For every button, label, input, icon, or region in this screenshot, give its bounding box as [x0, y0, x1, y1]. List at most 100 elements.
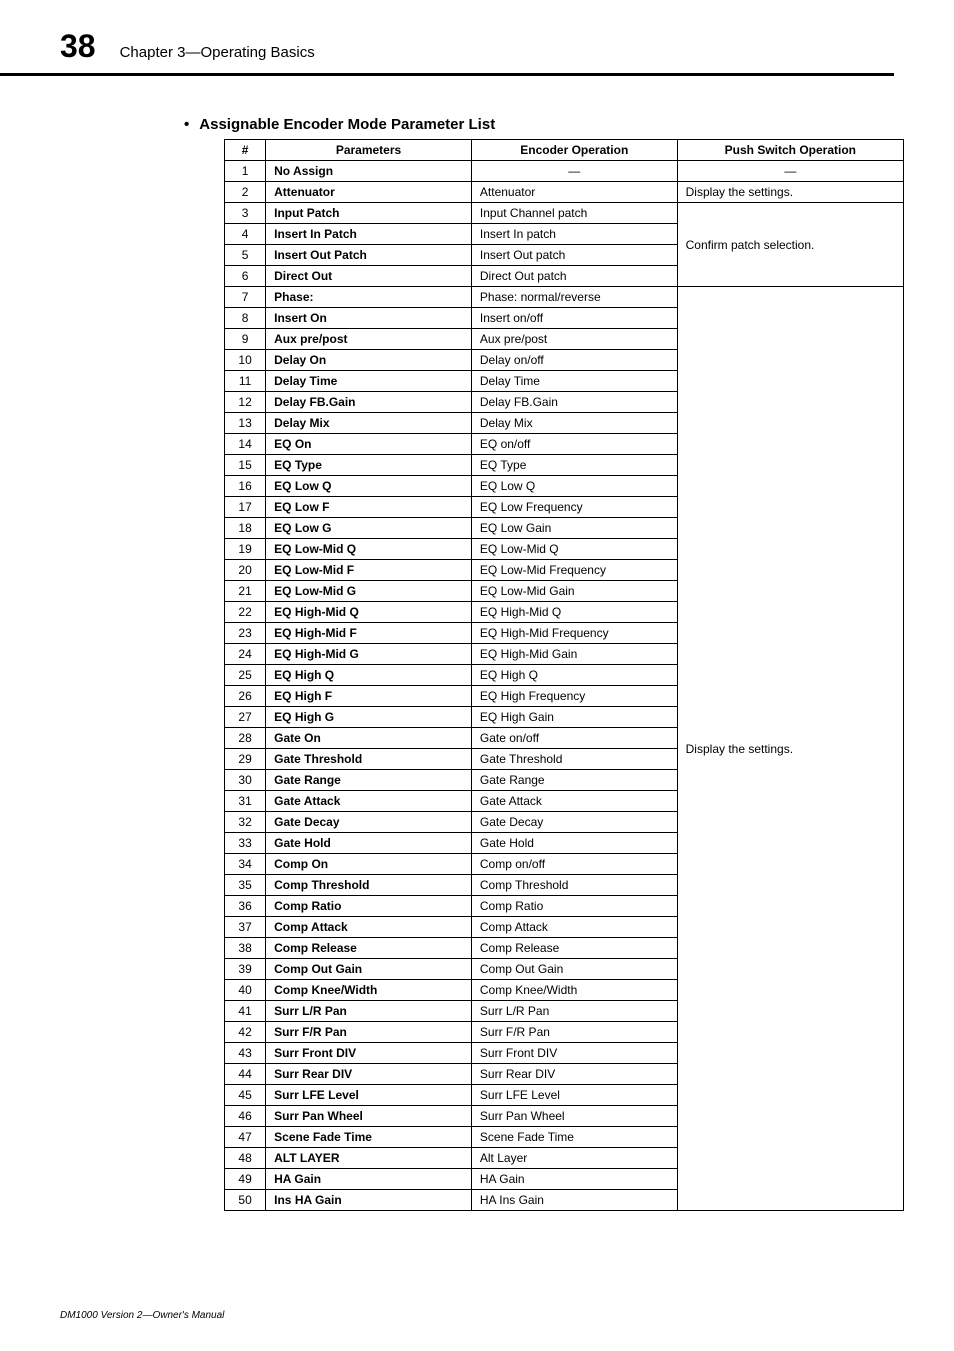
row-encoder: EQ Type [471, 455, 677, 476]
row-number: 12 [225, 392, 266, 413]
row-encoder: EQ High Q [471, 665, 677, 686]
row-parameter: Direct Out [266, 266, 472, 287]
row-parameter: EQ Low-Mid F [266, 560, 472, 581]
footer-text: DM1000 Version 2—Owner's Manual [60, 1310, 224, 1321]
row-encoder: Insert In patch [471, 224, 677, 245]
row-encoder: Comp on/off [471, 854, 677, 875]
row-number: 17 [225, 497, 266, 518]
table-row: 3Input PatchInput Channel patchConfirm p… [225, 203, 904, 224]
row-encoder: Comp Attack [471, 917, 677, 938]
row-parameter: Insert In Patch [266, 224, 472, 245]
row-encoder: Surr Rear DIV [471, 1064, 677, 1085]
row-encoder: EQ Low-Mid Q [471, 539, 677, 560]
row-parameter: Gate Range [266, 770, 472, 791]
row-encoder: EQ High Gain [471, 707, 677, 728]
row-number: 37 [225, 917, 266, 938]
row-number: 44 [225, 1064, 266, 1085]
row-parameter: Gate Attack [266, 791, 472, 812]
section-title: Assignable Encoder Mode Parameter List [184, 116, 894, 133]
content: Assignable Encoder Mode Parameter List #… [0, 76, 954, 1211]
row-encoder: Insert on/off [471, 308, 677, 329]
row-push: — [677, 161, 903, 182]
row-parameter: EQ High-Mid F [266, 623, 472, 644]
row-encoder: Aux pre/post [471, 329, 677, 350]
row-parameter: No Assign [266, 161, 472, 182]
row-number: 34 [225, 854, 266, 875]
row-parameter: EQ High-Mid Q [266, 602, 472, 623]
row-encoder: Input Channel patch [471, 203, 677, 224]
row-encoder: Delay Mix [471, 413, 677, 434]
row-encoder: EQ High-Mid Q [471, 602, 677, 623]
row-parameter: Delay On [266, 350, 472, 371]
row-parameter: Phase: [266, 287, 472, 308]
row-number: 6 [225, 266, 266, 287]
row-parameter: Attenuator [266, 182, 472, 203]
row-number: 20 [225, 560, 266, 581]
row-parameter: Gate Threshold [266, 749, 472, 770]
row-encoder: Gate Attack [471, 791, 677, 812]
table-row: 2AttenuatorAttenuatorDisplay the setting… [225, 182, 904, 203]
row-number: 26 [225, 686, 266, 707]
row-encoder: HA Gain [471, 1169, 677, 1190]
row-number: 25 [225, 665, 266, 686]
row-parameter: Surr Front DIV [266, 1043, 472, 1064]
row-number: 28 [225, 728, 266, 749]
row-parameter: Input Patch [266, 203, 472, 224]
row-encoder: Gate Decay [471, 812, 677, 833]
row-parameter: EQ Low-Mid Q [266, 539, 472, 560]
row-encoder: Comp Knee/Width [471, 980, 677, 1001]
table-header-row: # Parameters Encoder Operation Push Swit… [225, 140, 904, 161]
row-parameter: Surr F/R Pan [266, 1022, 472, 1043]
row-parameter: EQ Low F [266, 497, 472, 518]
row-encoder: HA Ins Gain [471, 1190, 677, 1211]
row-parameter: Delay Time [266, 371, 472, 392]
row-parameter: EQ High G [266, 707, 472, 728]
row-encoder: Direct Out patch [471, 266, 677, 287]
row-number: 16 [225, 476, 266, 497]
parameter-table: # Parameters Encoder Operation Push Swit… [224, 139, 904, 1211]
row-encoder: Delay FB.Gain [471, 392, 677, 413]
row-parameter: EQ High F [266, 686, 472, 707]
row-encoder: Surr F/R Pan [471, 1022, 677, 1043]
row-parameter: Comp On [266, 854, 472, 875]
row-parameter: EQ Low-Mid G [266, 581, 472, 602]
row-number: 38 [225, 938, 266, 959]
row-parameter: EQ High-Mid G [266, 644, 472, 665]
row-parameter: Gate Hold [266, 833, 472, 854]
row-number: 2 [225, 182, 266, 203]
row-parameter: Comp Release [266, 938, 472, 959]
row-number: 10 [225, 350, 266, 371]
row-parameter: EQ Low G [266, 518, 472, 539]
row-number: 5 [225, 245, 266, 266]
row-number: 49 [225, 1169, 266, 1190]
row-parameter: Surr LFE Level [266, 1085, 472, 1106]
row-parameter: Insert Out Patch [266, 245, 472, 266]
row-parameter: EQ Type [266, 455, 472, 476]
row-number: 13 [225, 413, 266, 434]
row-encoder: Comp Threshold [471, 875, 677, 896]
header-push: Push Switch Operation [677, 140, 903, 161]
row-encoder: EQ High Frequency [471, 686, 677, 707]
row-number: 23 [225, 623, 266, 644]
row-number: 35 [225, 875, 266, 896]
row-number: 32 [225, 812, 266, 833]
header-encoder: Encoder Operation [471, 140, 677, 161]
row-number: 42 [225, 1022, 266, 1043]
row-number: 33 [225, 833, 266, 854]
row-number: 11 [225, 371, 266, 392]
header-num: # [225, 140, 266, 161]
row-parameter: Ins HA Gain [266, 1190, 472, 1211]
row-parameter: EQ High Q [266, 665, 472, 686]
row-number: 9 [225, 329, 266, 350]
row-number: 4 [225, 224, 266, 245]
row-push: Confirm patch selection. [677, 203, 903, 287]
row-parameter: Gate On [266, 728, 472, 749]
row-number: 47 [225, 1127, 266, 1148]
row-parameter: Gate Decay [266, 812, 472, 833]
chapter-title: Chapter 3—Operating Basics [120, 44, 315, 61]
row-number: 30 [225, 770, 266, 791]
row-parameter: Surr L/R Pan [266, 1001, 472, 1022]
row-parameter: Surr Rear DIV [266, 1064, 472, 1085]
row-encoder: Comp Release [471, 938, 677, 959]
row-push: Display the settings. [677, 182, 903, 203]
